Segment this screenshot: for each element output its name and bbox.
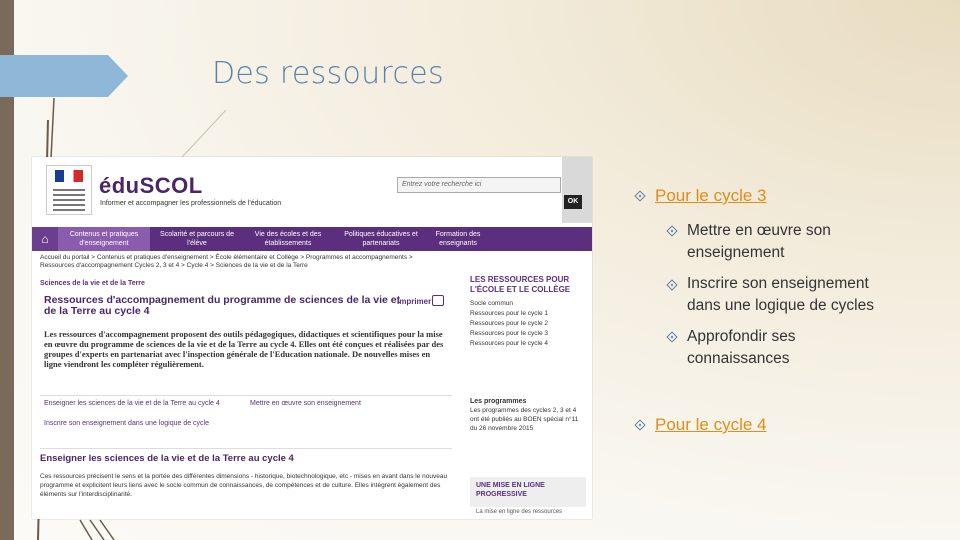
search-ok-button[interactable]: OK (564, 195, 582, 209)
intro-paragraph: Les ressources d'accompagnement proposen… (44, 329, 444, 369)
search-input[interactable]: Entrez votre recherche ici (397, 177, 561, 193)
mise-en-ligne-sub: La mise en ligne des ressources (476, 509, 563, 515)
link-cycle3[interactable]: Pour le cycle 3 (655, 186, 767, 205)
list-item[interactable]: Ressources pour le cycle 1 (470, 309, 586, 319)
eduscol-logo: éduSCOL (99, 173, 203, 198)
bullet-cycle4[interactable]: Pour le cycle 4 (655, 414, 767, 436)
nav-item-formation[interactable]: Formation des enseignants (428, 230, 488, 250)
nav-item-vie-ecoles[interactable]: Vie des écoles et des établissements (244, 230, 332, 250)
list-item[interactable]: Ressources pour le cycle 4 (470, 339, 586, 349)
right-ressources-heading: LES RESSOURCES POUR L'ÉCOLE ET LE COLLÈG… (470, 275, 571, 294)
nav-item-politiques[interactable]: Politiques éducatives et partenariats (336, 230, 426, 250)
title-tab-arrow (0, 55, 128, 97)
nav-item-scolarite[interactable]: Scolarité et parcours de l'élève (154, 230, 240, 250)
list-item[interactable]: Ressources pour le cycle 3 (470, 329, 586, 339)
section-heading: Enseigner les sciences de la vie et de l… (40, 453, 294, 464)
programmes-heading: Les programmes (470, 398, 527, 405)
eduscol-screenshot: éduSCOL Informer et accompagner les prof… (32, 157, 592, 519)
link-cycle4[interactable]: Pour le cycle 4 (655, 415, 767, 434)
section-body: Ces ressources précisent le sens et la p… (40, 473, 448, 498)
right-ressources-panel: LES RESSOURCES POUR L'ÉCOLE ET LE COLLÈG… (470, 275, 586, 349)
page-heading: Ressources d'accompagnement du programme… (44, 294, 401, 317)
mise-en-ligne-box: UNE MISE EN LIGNE PROGRESSIVE (470, 477, 586, 507)
printer-icon[interactable] (432, 295, 444, 306)
slide-title: Des ressources (212, 56, 444, 91)
bullet-inscrire: Inscrire son enseignement dans une logiq… (687, 275, 874, 314)
breadcrumb[interactable]: Accueil du portail > Contenus et pratiqu… (40, 254, 440, 270)
bullet-cycle3[interactable]: Pour le cycle 3 (655, 185, 767, 207)
programmes-text[interactable]: Les programmes des cycles 2, 3 et 4 ont … (470, 406, 586, 433)
bullet-mettre-en-oeuvre: Mettre en œuvre son enseignement (687, 222, 831, 261)
list-item[interactable]: Ressources pour le cycle 2 (470, 319, 586, 329)
link-inscrire[interactable]: Inscrire son enseignement dans une logiq… (44, 420, 224, 428)
right-ressources-list: Socle commun Ressources pour le cycle 1 … (470, 299, 586, 349)
link-enseigner[interactable]: Enseigner les sciences de la vie et de l… (44, 400, 244, 408)
anchor-links: Enseigner les sciences de la vie et de l… (40, 395, 452, 449)
header-side-panel (562, 157, 592, 223)
programmes-box: Les programmes Les programmes des cycles… (470, 397, 586, 433)
section-label[interactable]: Sciences de la vie et de la Terre (40, 280, 145, 287)
republique-francaise-logo (46, 165, 92, 215)
list-item[interactable]: Socle commun (470, 299, 586, 309)
mise-en-ligne-heading: UNE MISE EN LIGNE PROGRESSIVE (476, 482, 545, 498)
link-mettre-en-oeuvre[interactable]: Mettre en œuvre son enseignement (250, 400, 440, 408)
bullet-approfondir: Approfondir ses connaissances (687, 328, 796, 367)
main-nav: ⌂ Contenus et pratiques d'enseignement S… (32, 227, 592, 251)
home-icon[interactable]: ⌂ (32, 227, 58, 251)
nav-item-contenus[interactable]: Contenus et pratiques d'enseignement (58, 227, 150, 251)
print-button[interactable]: Imprimer (397, 297, 431, 306)
eduscol-tagline: Informer et accompagner les professionne… (100, 200, 282, 207)
